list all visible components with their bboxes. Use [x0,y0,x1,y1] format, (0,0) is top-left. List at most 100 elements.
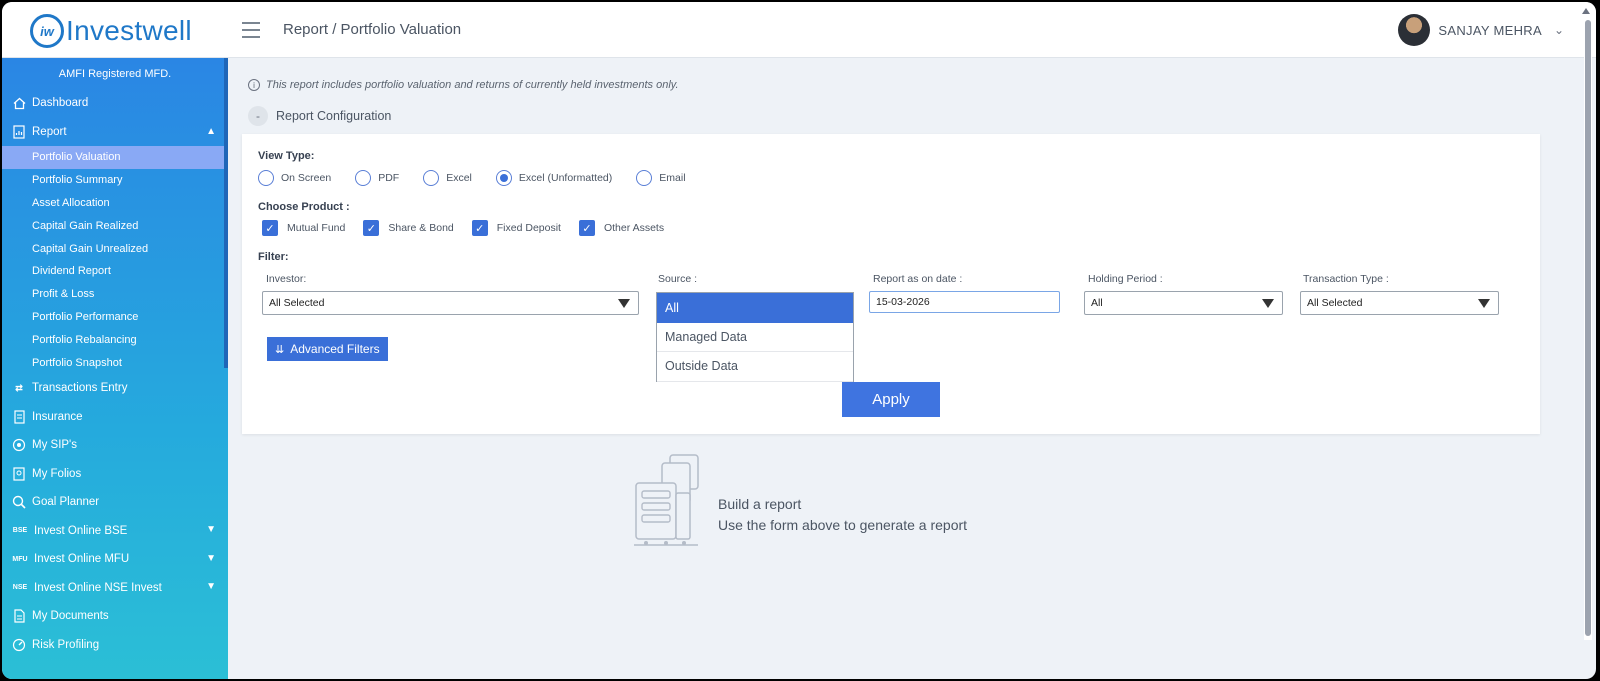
folios-icon [12,467,26,481]
sidebar-item-invest-online-nse[interactable]: NSE Invest Online NSE Invest ▼ [2,573,228,602]
checkbox-label: Mutual Fund [287,222,346,234]
radio-dot [423,170,440,186]
sidebar-item-report[interactable]: Report ▲ [2,118,228,147]
radio-excel-unformatted[interactable]: Excel (Unformatted) [495,170,612,186]
info-text: This report includes portfolio valuation… [266,79,679,91]
sidebar-item-dashboard[interactable]: Dashboard [2,89,228,118]
investor-value: All Selected [269,297,325,309]
view-type-group: On Screen PDF Excel Excel (Unformatted) … [258,170,710,186]
transaction-type-select[interactable]: All Selected [1300,291,1499,315]
empty-state-title: Build a report [718,496,802,512]
checkbox-mutual-fund[interactable]: ✓ Mutual Fund [262,220,345,236]
sidebar-item-label: Invest Online BSE [34,524,128,537]
report-config-card: View Type: On Screen PDF Excel Excel (Un… [242,134,1540,434]
sidebar-sub-profit-loss[interactable]: Profit & Loss [2,283,228,306]
sidebar-item-my-sips[interactable]: My SIP's [2,431,228,460]
bse-icon: BSE [12,527,28,535]
top-header: iw Investwell Report / Portfolio Valuati… [2,2,1596,58]
chevron-down-icon: ▼ [206,552,216,564]
radio-label: Excel [446,172,472,184]
sidebar-item-label: Risk Profiling [32,638,100,651]
view-type-label: View Type: [258,150,315,162]
sidebar-item-label: My Folios [32,467,82,480]
double-chevron-down-icon: ⇊ [275,343,285,356]
home-icon [12,96,26,110]
investor-label: Investor: [266,273,307,285]
source-option-outside[interactable]: Outside Data [657,352,853,382]
radio-on-screen[interactable]: On Screen [258,170,331,186]
empty-state-subtitle: Use the form above to generate a report [718,517,968,533]
empty-state-text: Build a report Use the form above to gen… [718,494,967,536]
amfi-label: AMFI Registered MFD. [58,68,172,80]
radio-label: Email [659,172,686,184]
source-label: Source : [658,273,698,285]
page-scrollbar[interactable] [1584,20,1592,640]
sidebar-item-label: Invest Online NSE Invest [34,581,162,594]
sidebar-sub-portfolio-snapshot[interactable]: Portfolio Snapshot [2,351,228,374]
check-icon: ✓ [578,220,595,236]
sidebar-item-label: Transactions Entry [32,382,128,395]
chevron-down-icon: ▼ [206,524,216,536]
source-option-managed[interactable]: Managed Data [657,323,853,352]
sidebar-item-invest-online-mfu[interactable]: MFU Invest Online MFU ▼ [2,545,228,574]
holding-period-select[interactable]: All [1084,291,1283,315]
checkbox-other-assets[interactable]: ✓ Other Assets [578,220,664,236]
investor-select[interactable]: All Selected [262,291,639,315]
scrollbar-thumb[interactable] [1585,20,1591,636]
info-icon: i [248,79,260,91]
checkbox-share-bond[interactable]: ✓ Share & Bond [363,220,454,236]
user-menu[interactable]: SANJAY MEHRA ⌄ [1398,14,1564,46]
sidebar-item-invest-online-bse[interactable]: BSE Invest Online BSE ▼ [2,516,228,545]
sidebar-item-label: Report [32,125,67,138]
sidebar-item-risk-profiling[interactable]: Risk Profiling [2,630,228,659]
radio-pdf[interactable]: PDF [355,170,399,186]
filter-label: Filter: [258,251,289,263]
sidebar-sub-capital-gain-realized[interactable]: Capital Gain Realized [2,214,228,237]
sidebar-sub-capital-gain-unrealized[interactable]: Capital Gain Unrealized [2,237,228,260]
goal-icon [12,495,26,509]
sidebar-item-my-folios[interactable]: My Folios [2,459,228,488]
advanced-filters-button[interactable]: ⇊ Advanced Filters [267,337,388,361]
sidebar-sub-portfolio-valuation[interactable]: Portfolio Valuation [2,146,226,169]
sidebar-sub-portfolio-rebalancing[interactable]: Portfolio Rebalancing [2,328,228,351]
radio-excel[interactable]: Excel [423,170,472,186]
advanced-filters-label: Advanced Filters [290,342,380,356]
radio-email[interactable]: Email [636,170,686,186]
source-dropdown[interactable]: All Managed Data Outside Data [656,292,854,382]
chevron-up-icon: ▲ [206,125,216,137]
apply-button[interactable]: Apply [842,382,940,417]
hamburger-menu-icon[interactable] [242,22,260,38]
sidebar-item-my-documents[interactable]: My Documents [2,602,228,631]
sidebar-sub-portfolio-summary[interactable]: Portfolio Summary [2,169,228,192]
collapse-icon: - [248,106,268,126]
sidebar-item-goal-planner[interactable]: Goal Planner [2,488,228,517]
source-option-all[interactable]: All [657,293,853,323]
report-builder-illustration [632,453,702,554]
sidebar-item-label: Goal Planner [32,496,100,509]
chevron-down-icon: ▼ [206,581,216,593]
report-date-input[interactable] [869,291,1060,313]
investwell-logo[interactable]: iw Investwell [30,13,192,49]
dropdown-arrow-icon [1262,299,1274,308]
report-config-toggle[interactable]: - Report Configuration [248,106,391,126]
sidebar-sub-asset-allocation[interactable]: Asset Allocation [2,192,228,215]
gauge-icon [12,638,26,652]
breadcrumb: Report / Portfolio Valuation [283,21,462,38]
sidebar-item-transactions-entry[interactable]: ⇄ Transactions Entry [2,374,228,403]
radio-dot [636,170,653,186]
checkbox-fixed-deposit[interactable]: ✓ Fixed Deposit [471,220,561,236]
scroll-up-icon[interactable] [1582,8,1590,14]
sidebar-item-insurance[interactable]: Insurance [2,402,228,431]
sip-icon [12,438,26,452]
product-checkboxes: ✓ Mutual Fund ✓ Share & Bond ✓ Fixed Deposi… [262,220,682,236]
report-icon [12,125,26,139]
sidebar-sub-dividend-report[interactable]: Dividend Report [2,260,228,283]
sidebar-item-label: Invest Online MFU [34,553,130,566]
sidebar-sub-portfolio-performance[interactable]: Portfolio Performance [2,306,228,329]
info-note: i This report includes portfolio valuati… [248,79,679,91]
radio-label: On Screen [281,172,332,184]
check-icon: ✓ [262,220,278,236]
logo-text: Investwell [66,15,192,46]
check-icon: ✓ [363,220,380,236]
report-date-label: Report as on date : [873,273,963,285]
